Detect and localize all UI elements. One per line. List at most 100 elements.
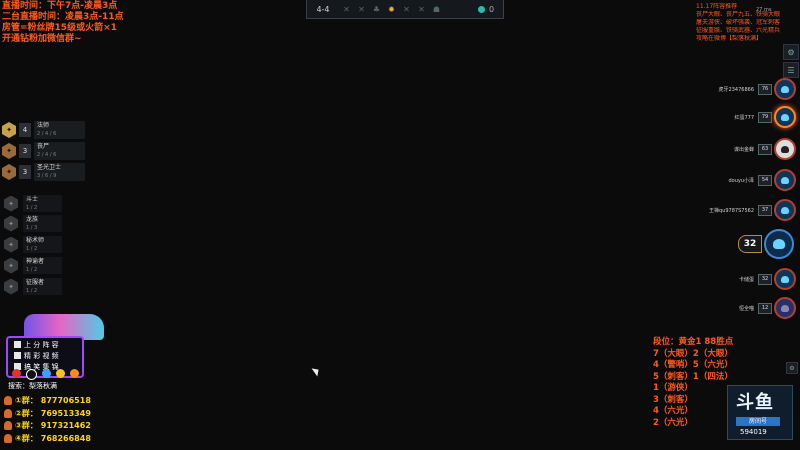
stage-label: 4-4 [316,4,330,14]
trait-row[interactable]: ✦ 4 法师 2 / 4 / 6 [2,121,85,139]
player-avatar [774,297,796,319]
trait-oracle-icon: ✦ [4,257,18,274]
player-entry[interactable]: 谋出金蝉 63 [734,138,796,160]
penguin-icon [4,396,12,405]
settings-icon[interactable]: ⚙ [783,44,799,60]
checkbox-icon [14,352,21,359]
player-hp: 32 [738,235,762,253]
player-hp: 37 [758,204,772,216]
trait-progress: 1 / 2 [26,267,38,273]
gold-counter: 0 [469,5,503,14]
trait-dragon-icon: ✦ [4,215,18,232]
stream-info-line: 二台直播时间：凌晨3点-11点 [2,12,124,22]
trait-name: 秘术师 [26,237,45,244]
trait-name: 斗士 [26,196,39,203]
rec-line: 攻略在微博【梨落秋满】 [696,35,763,42]
carousel-icon: ☗ [432,4,441,14]
douyu-room-badge: 斗鱼 房间号 594019 [727,385,793,440]
sword-icon: ✕ [343,4,350,14]
rec-line: 征服重骸、铁骑武器、六光精兵 [696,27,781,34]
player-entry[interactable]: 红蛋777 79 [734,106,796,128]
inactive-trait-row[interactable]: ✦ 征服者 1 / 2 [4,278,62,295]
player-avatar [774,169,796,191]
penguin-icon [4,421,12,430]
stream-info: 直播时间：下午7点-凌晨3点 二台直播时间：凌晨3点-11点 房管=粉丝牌15级… [2,1,124,45]
player-entry[interactable]: 虎牙23476866 76 [718,78,796,100]
qq-group: ①群： 877706518 [4,395,91,406]
bilibili-icon [42,369,51,378]
rec-line: 屠夫游侠、破坏强袭、冠军刺客 [696,19,781,26]
trait-breakpoints: 3 / 6 / 9 [37,173,57,179]
trait-mystic-icon: ✦ [4,236,18,253]
crossed-swords-icon: ✕ [418,4,425,14]
douyin-icon [26,369,37,380]
trait-breakpoints: 2 / 4 / 6 [37,131,57,137]
monster-icon: ♣ [372,4,381,14]
player-name: 卡储蛋 [738,276,754,283]
player-avatar [774,106,796,128]
player-entry[interactable]: 恒全喵 12 [738,297,796,319]
rank-line: 4（六光） [653,406,693,416]
player-avatar [764,229,794,259]
rec-line: 丧尸大眼、丧尸九五、铁骑大眼 [696,11,781,18]
trait-row[interactable]: ✦ 3 丧尸 2 / 4 / 6 [2,142,85,160]
player-entry[interactable]: 卡储蛋 32 [738,268,796,290]
player-avatar [774,138,796,160]
gold-icon [477,5,485,13]
qq-group: ③群： 917321462 [4,420,91,431]
stage-bar: 4-4 ✕ ✕ ♣ ✹ ✕ ✕ ☗ 0 [306,0,504,19]
trait-progress: 1 / 2 [26,246,38,252]
inactive-trait-row[interactable]: ✦ 神谕者 1 / 2 [4,257,62,274]
inactive-trait-row[interactable]: ✦ 秘术师 1 / 2 [4,236,62,253]
player-name: 虎牙23476866 [718,86,754,93]
crossed-swords-icon: ✕ [358,4,365,14]
search-hint: 搜索：梨落秋满 [8,382,57,390]
gear-icon[interactable]: ⚙ [786,362,798,374]
trait-conqueror-icon: ✦ [4,278,18,295]
player-hp: 32 [758,273,772,285]
player-hp: 79 [758,111,772,123]
trait-row[interactable]: ✦ 3 圣光卫士 3 / 6 / 9 [2,163,85,181]
player-hp: 54 [758,174,772,186]
stream-info-line: 直播时间：下午7点-凌晨3点 [2,1,118,11]
room-number: 594019 [740,428,767,436]
trait-count: 3 [19,165,31,179]
promo-line: 上 分 阵 容 [24,341,59,349]
promo-line: 精 彩 视 频 [24,352,59,360]
rank-line: 1（游侠） [653,383,693,393]
rank-line: 段位：黄金1 88胜点 [653,337,734,347]
trait-breakpoints: 2 / 4 / 6 [37,152,57,158]
checkbox-icon [14,341,21,348]
player-name: 王禅qu9787S7562 [709,207,754,214]
stream-info-line: 房管=粉丝牌15级或火箭×1 [2,23,117,33]
stream-info-line: 开通钻粉加微信群~ [2,34,82,44]
trait-undead-icon: ✦ [2,143,16,159]
player-name: douyu小泽 [728,177,754,184]
trait-name: 圣光卫士 [37,164,62,171]
player-avatar [774,78,796,100]
player-name: 恒全喵 [738,305,754,312]
trait-name: 法师 [37,122,50,129]
scoreboard-icon[interactable]: ☰ [783,62,799,78]
trait-progress: 1 / 3 [26,225,38,231]
inactive-trait-row[interactable]: ✦ 龙族 1 / 3 [4,215,62,232]
rank-line: 7（大眼）2（大眼） [653,348,733,359]
player-hp: 63 [758,143,772,155]
rec-line: 11.17阵容推荐 [696,3,738,10]
trait-mage-icon: ✦ [2,122,16,138]
current-player[interactable]: 32 [738,229,798,259]
trait-brawler-icon: ✦ [4,195,18,212]
player-entry[interactable]: douyu小泽 54 [728,169,796,191]
kuaishou-icon [56,369,65,378]
player-entry[interactable]: 王禅qu9787S7562 37 [709,199,796,221]
trait-name: 丧尸 [37,143,50,150]
trait-name: 龙族 [26,216,39,223]
qq-group-number: 769513349 [40,409,91,418]
qq-group-label: ②群： [15,409,38,418]
player-avatar [774,199,796,221]
rank-line: 2（六光） [653,417,693,428]
douyu-icon [70,369,79,378]
ping-readout: 27 ms [756,7,772,13]
inactive-trait-row[interactable]: ✦ 斗士 1 / 2 [4,195,62,212]
rank-history: 段位：黄金1 88胜点 7（大眼）2（大眼） 4（警哨）5（六光） 5（刺客）1… [653,337,733,429]
